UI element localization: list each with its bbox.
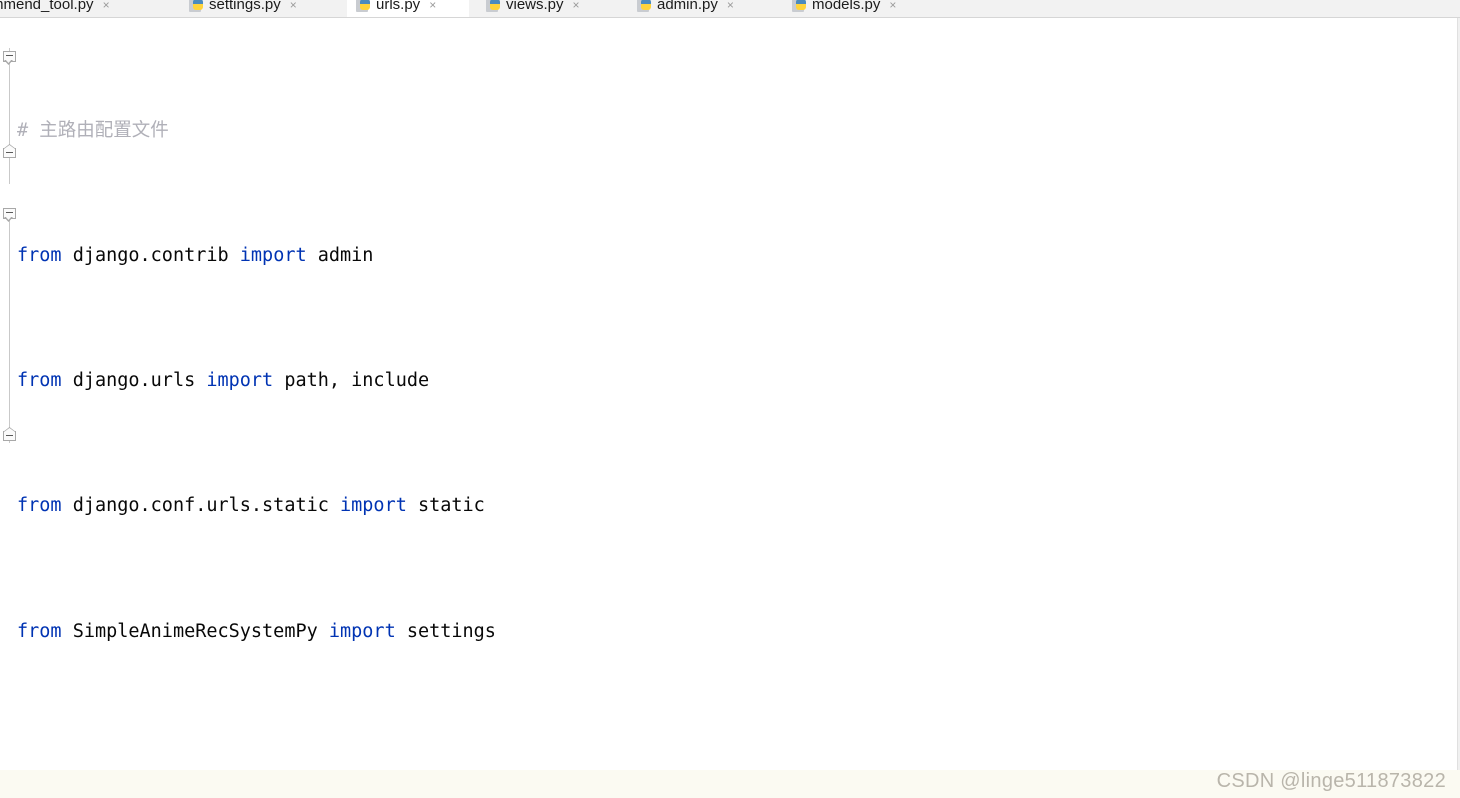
tab-label: urls.py [376,0,421,13]
csdn-watermark: CSDN @linge511873822 [1216,770,1446,792]
close-icon[interactable]: × [573,0,580,11]
code-line-4: from django.conf.urls.static import stat… [17,490,1460,521]
module-path: django.contrib [61,245,240,267]
close-icon[interactable]: × [290,0,297,11]
fold-collapse-urlpatterns-icon[interactable] [3,208,16,222]
tab-views-py[interactable]: views.py × [477,0,617,17]
fold-end-urlpatterns-icon[interactable] [3,427,16,441]
keyword-from: from [17,495,62,517]
tab-label: settings.py [209,0,281,13]
tab-label: models.py [812,0,881,13]
editor-gutter [0,18,17,798]
python-file-icon [486,0,501,12]
code-line-5: from SimpleAnimeRecSystemPy import setti… [17,616,1460,647]
tab-label: admin.py [657,0,718,13]
keyword-import: import [340,495,407,517]
python-file-icon [356,0,371,12]
code-line-1: # 主路由配置文件 [17,115,1460,146]
tab-models-py[interactable]: models.py × [783,0,933,17]
code-line-6-blank [17,741,1460,772]
python-file-icon [637,0,652,12]
python-file-icon [792,0,807,12]
keyword-from: from [17,245,62,267]
tab-urls-py[interactable]: urls.py × [347,0,469,17]
close-icon[interactable]: × [429,0,436,11]
close-icon[interactable]: × [727,0,734,11]
module-path: SimpleAnimeRecSystemPy [61,620,329,642]
tab-label: views.py [506,0,564,13]
source-code[interactable]: # 主路由配置文件 from django.contrib import adm… [17,18,1460,798]
keyword-from: from [17,620,62,642]
import-name: static [406,495,485,517]
fold-rail-imports [9,48,10,184]
fold-collapse-imports-icon[interactable] [3,51,16,65]
import-name: admin [306,245,374,267]
module-path: django.conf.urls.static [61,495,341,517]
close-icon[interactable]: × [103,0,110,11]
code-line-3: from django.urls import path, include [17,365,1460,396]
import-name: path, include [273,370,430,392]
keyword-import: import [206,370,274,392]
import-name: settings [395,620,496,642]
close-icon[interactable]: × [889,0,896,11]
comment-main-route-file: # 主路由配置文件 [17,119,169,141]
fold-end-imports-icon[interactable] [3,144,16,158]
tab-label: mmend_tool.py [0,0,94,13]
keyword-from: from [17,370,62,392]
editor-tab-bar: mmend_tool.py × settings.py × urls.py × … [0,0,1460,18]
keyword-import: import [328,620,396,642]
tab-settings-py[interactable]: settings.py × [180,0,335,17]
module-path: django.urls [61,370,207,392]
tab-admin-py[interactable]: admin.py × [628,0,770,17]
code-editor[interactable]: # 主路由配置文件 from django.contrib import adm… [0,18,1460,798]
fold-rail-urlpatterns [9,213,10,443]
python-file-icon [189,0,204,12]
tab-recommend-tool-py[interactable]: mmend_tool.py × [0,0,152,17]
keyword-import: import [239,245,307,267]
code-line-2: from django.contrib import admin [17,240,1460,271]
